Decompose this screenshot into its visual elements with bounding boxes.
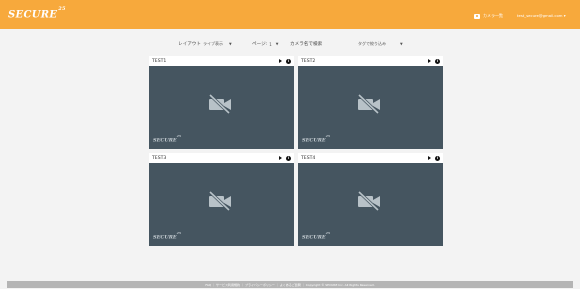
camera-name: TEST4 xyxy=(301,155,316,161)
watermark-logo: SECURE25 xyxy=(302,134,330,144)
footer: FAQ ｜ サービス利用規約 ｜ プライバシーポリシー ｜ よくあるご質問 ｜ … xyxy=(7,281,573,288)
camera-tile[interactable]: TEST3 i SECURE25 xyxy=(149,153,294,246)
video-area[interactable]: SECURE25 xyxy=(149,66,294,149)
camera-icon xyxy=(474,13,480,19)
layout-select[interactable]: ライブ表示 ▼ xyxy=(203,41,232,48)
camera-tile-header: TEST1 i xyxy=(149,56,294,66)
camera-search[interactable]: カメラ名で検索 xyxy=(290,39,322,49)
page-label: ページ: xyxy=(252,42,268,47)
chevron-down-icon: ▼ xyxy=(400,42,403,46)
brand-logo[interactable]: SECURE25 xyxy=(8,6,66,20)
camera-list-label: カメラ一覧 xyxy=(483,13,503,18)
page-select[interactable]: 1 ▼ xyxy=(269,42,278,47)
camera-search-label: カメラ名で検索 xyxy=(290,42,323,47)
camera-tile-header: TEST3 i xyxy=(149,153,294,163)
info-icon[interactable]: i xyxy=(435,58,440,64)
camera-tile-header: TEST4 i xyxy=(298,153,443,163)
info-icon[interactable]: i xyxy=(286,58,291,64)
view-controls: レイアウト ライブ表示 ▼ ページ: 1 ▼ カメラ名で検索 タグで絞り込み ▼ xyxy=(0,39,580,49)
page-control: ページ: 1 ▼ xyxy=(252,39,279,49)
camera-off-icon xyxy=(357,93,380,115)
play-icon[interactable] xyxy=(428,156,431,160)
video-area[interactable]: SECURE25 xyxy=(298,163,443,246)
video-area[interactable]: SECURE25 xyxy=(298,66,443,149)
chevron-down-icon: ▼ xyxy=(275,42,279,46)
user-menu[interactable]: test_secure@gmail.com ▾ xyxy=(517,13,566,18)
camera-list-button[interactable]: カメラ一覧 xyxy=(474,12,503,20)
play-icon[interactable] xyxy=(279,156,282,160)
camera-off-icon xyxy=(208,93,231,115)
tag-filter-select[interactable]: タグで絞り込み ▼ xyxy=(358,39,403,49)
info-icon[interactable]: i xyxy=(286,155,291,161)
camera-tile[interactable]: TEST1 i SECURE25 xyxy=(149,56,294,149)
camera-tile[interactable]: TEST4 i SECURE25 xyxy=(298,153,443,246)
layout-label: レイアウト xyxy=(178,42,201,47)
camera-tile[interactable]: TEST2 i SECURE25 xyxy=(298,56,443,149)
info-icon[interactable]: i xyxy=(435,155,440,161)
play-icon[interactable] xyxy=(279,59,282,63)
camera-off-icon xyxy=(357,190,380,212)
camera-name: TEST2 xyxy=(301,58,316,64)
video-area[interactable]: SECURE25 xyxy=(149,163,294,246)
top-bar: SECURE25 カメラ一覧 test_secure@gmail.com ▾ xyxy=(0,0,580,29)
layout-control: レイアウト ライブ表示 ▼ xyxy=(178,39,232,49)
footer-links[interactable]: FAQ ｜ サービス利用規約 ｜ プライバシーポリシー ｜ よくあるご質問 ｜ … xyxy=(205,283,374,287)
tag-filter-label: タグで絞り込み xyxy=(358,41,386,46)
camera-tile-header: TEST2 i xyxy=(298,56,443,66)
chevron-down-icon: ▼ xyxy=(228,41,232,46)
play-icon[interactable] xyxy=(428,59,431,63)
camera-name: TEST3 xyxy=(152,155,167,161)
watermark-logo: SECURE25 xyxy=(302,231,330,241)
watermark-logo: SECURE25 xyxy=(153,134,181,144)
camera-off-icon xyxy=(208,190,231,212)
camera-name: TEST1 xyxy=(152,58,167,64)
watermark-logo: SECURE25 xyxy=(153,231,181,241)
